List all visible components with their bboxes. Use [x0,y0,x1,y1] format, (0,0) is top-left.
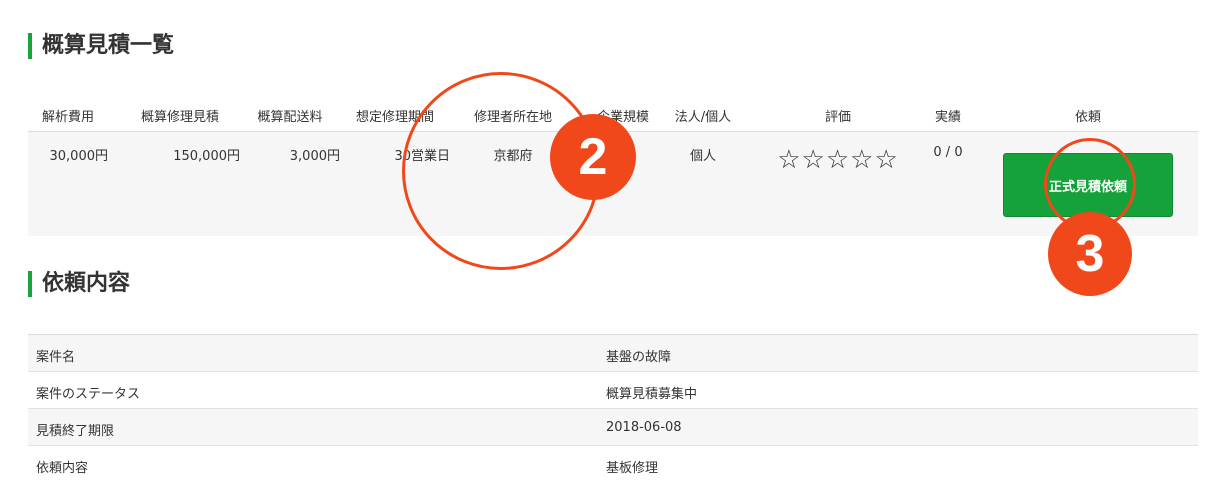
header-record: 実績 [934,110,961,125]
formal-estimate-request-button[interactable]: 正式見積依頼 [1003,153,1173,217]
header-request: 依頼 [1074,110,1101,125]
repair-estimate-value: 150,000円 [173,149,240,164]
table-row: 依頼内容 基板修理 [28,446,1198,480]
request-section-title: 依頼内容 [28,271,130,297]
repair-period-value: 30営業日 [394,149,450,164]
row-value: 基盤の故障 [606,350,672,365]
header-location: 修理者所在地 [473,110,552,125]
row-label: 案件名 [36,350,76,365]
request-details-table: 案件名 基盤の故障 案件のステータス 概算見積募集中 見積終了期限 2018-0… [28,334,1198,480]
header-repair-period: 想定修理期間 [355,110,434,125]
row-value: 2018-06-08 [606,420,682,435]
header-rating: 評価 [824,110,851,125]
rating-stars: ☆☆☆☆☆ [777,145,899,175]
estimate-section-title: 概算見積一覧 [28,33,174,59]
analysis-fee-value: 30,000円 [49,149,109,164]
shipping-fee-value: 3,000円 [289,149,340,164]
table-row: 見積終了期限 2018-06-08 [28,409,1198,446]
header-repair-estimate: 概算修理見積 [140,110,219,125]
rating-stars-icon: ☆☆☆☆☆ [748,145,928,175]
row-value: 基板修理 [606,461,659,476]
row-value: 概算見積募集中 [606,387,698,402]
row-label: 案件のステータス [36,387,141,402]
annotation-badge-3: 3 [1048,212,1132,296]
header-shipping-fee: 概算配送料 [257,110,323,125]
annotation-badge-2: 2 [550,114,636,200]
row-label: 見積終了期限 [36,424,115,439]
entity-type-value: 個人 [689,149,716,164]
row-label: 依頼内容 [36,461,89,476]
record-value: 0 / 0 [933,145,963,160]
header-analysis-fee: 解析費用 [41,110,94,125]
table-row: 案件名 基盤の故障 [28,335,1198,372]
table-row: 案件のステータス 概算見積募集中 [28,372,1198,409]
header-entity-type: 法人/個人 [674,110,732,125]
